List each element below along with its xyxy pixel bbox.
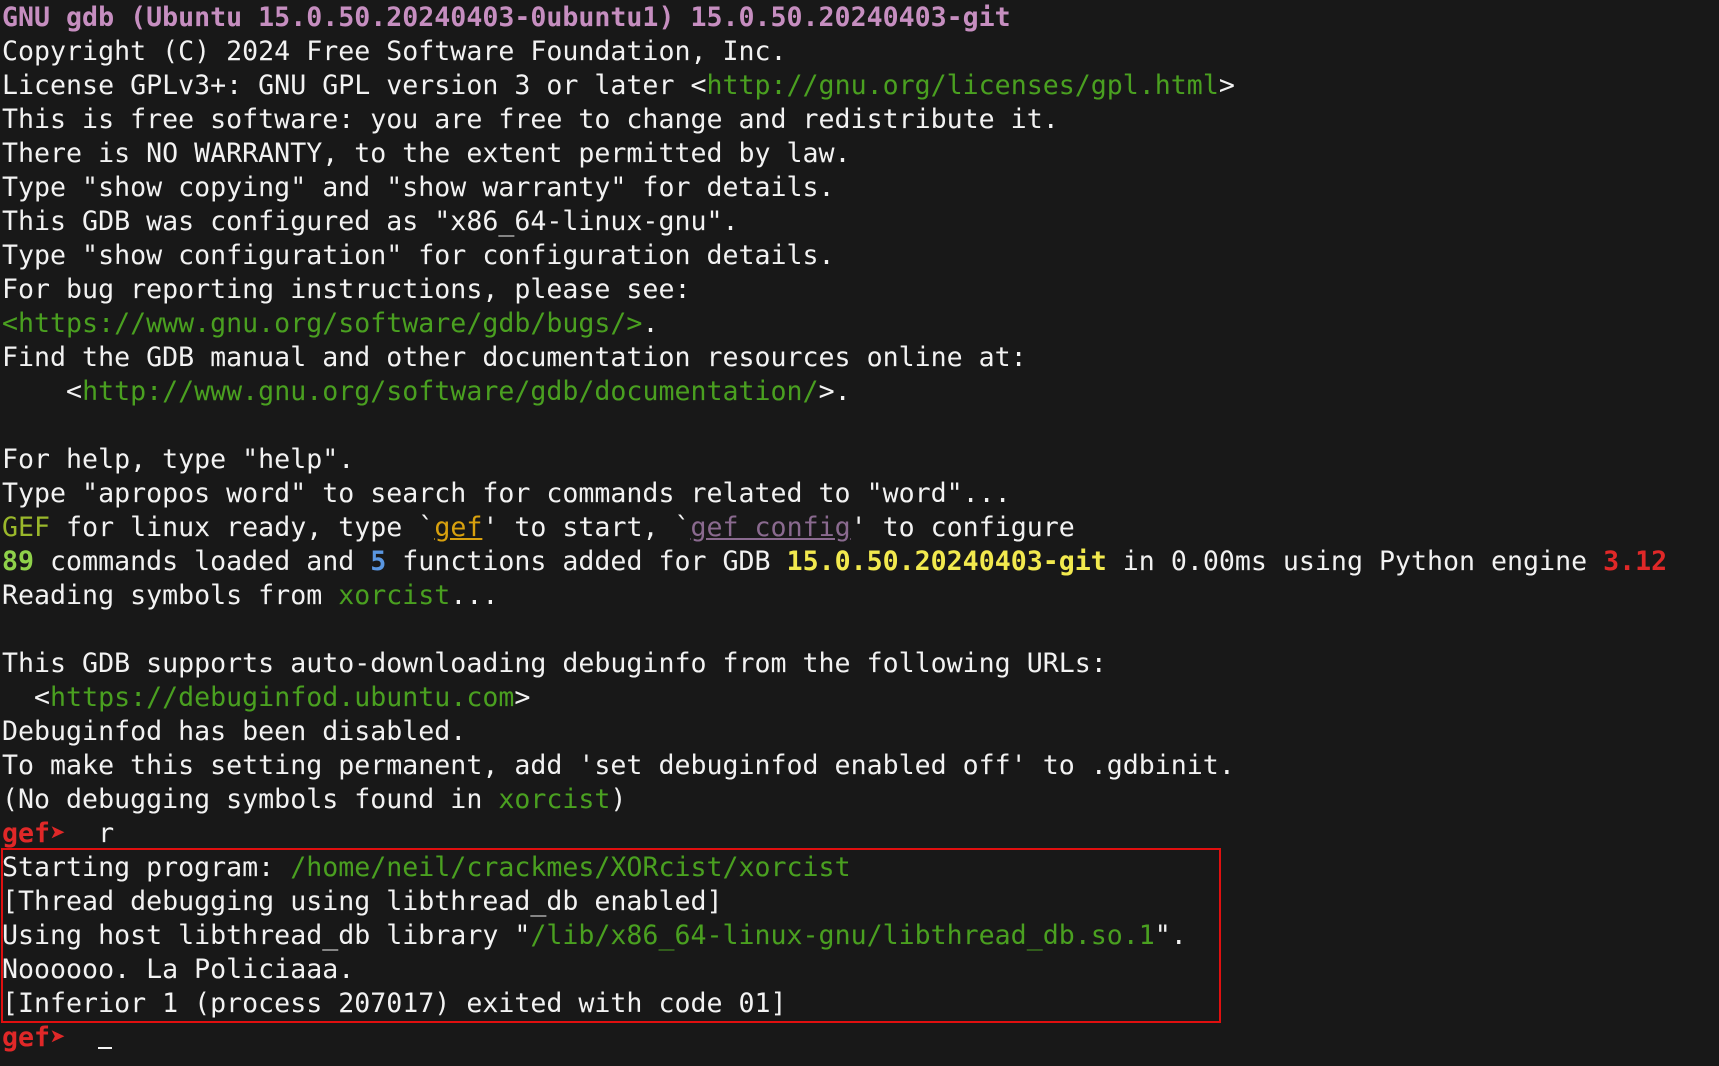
run-command: r (82, 818, 115, 849)
show-copying-line: Type "show copying" and "show warranty" … (2, 172, 835, 203)
documentation-open: < (2, 376, 83, 407)
bug-reporting-line: For bug reporting instructions, please s… (2, 274, 691, 305)
show-configuration-line: Type "show configuration" for configurat… (2, 240, 835, 271)
libthread-db-path: /lib/x86_64-linux-gnu/libthread_db.so.1 (530, 920, 1155, 951)
thread-debugging-line: [Thread debugging using libthread_db ena… (2, 886, 723, 917)
bugs-url-line: <https://www.gnu.org/software/gdb/bugs/>… (0, 307, 1719, 341)
commands-loaded-line: 89 commands loaded and 5 functions added… (0, 545, 1719, 579)
terminal-window[interactable]: GNU gdb (Ubuntu 15.0.50.20240403-0ubuntu… (0, 0, 1719, 1066)
documentation-url[interactable]: http://www.gnu.org/software/gdb/document… (82, 376, 819, 407)
help-line: For help, type "help". (2, 444, 355, 475)
gef-config-command: gef config (690, 512, 851, 543)
inferior-exit-line: [Inferior 1 (process 207017) exited with… (2, 988, 787, 1019)
gef-prompt: gef➤ (2, 1022, 83, 1053)
gef-ready-line: GEF for linux ready, type `gef' to start… (0, 511, 1719, 545)
debuginfod-close: > (514, 682, 531, 713)
functions-text: functions added for GDB (386, 546, 787, 577)
libthread-db-text: Using host libthread_db library " (2, 920, 531, 951)
reading-symbols-line: Reading symbols from xorcist... (0, 579, 1719, 613)
gdb-version-line: GNU gdb (Ubuntu 15.0.50.20240403-0ubuntu… (2, 2, 1011, 33)
reading-symbols-text: Reading symbols from (2, 580, 339, 611)
free-software-line: This is free software: you are free to c… (2, 104, 1059, 135)
text-cursor[interactable] (82, 1022, 113, 1053)
configured-line: This GDB was configured as "x86_64-linux… (2, 206, 739, 237)
binary-name: xorcist (498, 784, 611, 815)
gdbinit-line: To make this setting permanent, add 'set… (2, 750, 1235, 781)
gef-ready-text: for linux ready, type ` (50, 512, 435, 543)
debuginfod-url-line: <https://debuginfod.ubuntu.com> (0, 681, 1719, 715)
no-symbols-line: (No debugging symbols found in xorcist) (0, 783, 1719, 817)
commands-count: 89 (2, 546, 35, 577)
copyright-line: Copyright (C) 2024 Free Software Foundat… (2, 36, 787, 67)
debuginfod-open: < (2, 682, 51, 713)
gef-prompt: gef➤ (2, 818, 83, 849)
license-url[interactable]: http://gnu.org/licenses/gpl.html (706, 70, 1218, 101)
python-engine-text: in 0.00ms using Python engine (1106, 546, 1604, 577)
program-path: /home/neil/crackmes/XORcist/xorcist (290, 852, 851, 883)
libthread-db-line: Using host libthread_db library "/lib/x8… (0, 919, 1719, 953)
libthread-db-close: ". (1154, 920, 1187, 951)
functions-count: 5 (370, 546, 387, 577)
run-command-line: gef➤ r (0, 817, 1719, 851)
starting-program-line: Starting program: /home/neil/crackmes/XO… (0, 851, 1719, 885)
documentation-url-line: <http://www.gnu.org/software/gdb/documen… (0, 375, 1719, 409)
no-symbols-close: ) (610, 784, 627, 815)
license-close: > (1218, 70, 1235, 101)
debuginfod-url[interactable]: https://debuginfod.ubuntu.com (50, 682, 514, 713)
input-prompt-line[interactable]: gef➤ (0, 1021, 1719, 1055)
binary-name: xorcist (338, 580, 451, 611)
warranty-line: There is NO WARRANTY, to the extent perm… (2, 138, 851, 169)
bugs-url[interactable]: <https://www.gnu.org/software/gdb/bugs/> (2, 308, 642, 339)
manual-line: Find the GDB manual and other documentat… (2, 342, 1027, 373)
starting-program-text: Starting program: (2, 852, 291, 883)
python-version: 3.12 (1603, 546, 1668, 577)
gdb-version: 15.0.50.20240403-git (786, 546, 1107, 577)
gef-command: gef (434, 512, 483, 543)
license-text: License GPLv3+: GNU GPL version 3 or lat… (2, 70, 707, 101)
no-symbols-text: (No debugging symbols found in (2, 784, 499, 815)
gef-configure-text: ' to configure (850, 512, 1075, 543)
program-output-line: Noooooo. La Policiaaa. (2, 954, 355, 985)
debuginfod-disabled-line: Debuginfod has been disabled. (2, 716, 467, 747)
gef-label: GEF (2, 512, 51, 543)
gef-start-text: ' to start, ` (482, 512, 691, 543)
apropos-line: Type "apropos word" to search for comman… (2, 478, 1011, 509)
documentation-close: >. (818, 376, 851, 407)
bugs-url-period: . (642, 308, 659, 339)
license-line: License GPLv3+: GNU GPL version 3 or lat… (0, 69, 1719, 103)
debuginfod-support-line: This GDB supports auto-downloading debug… (2, 648, 1107, 679)
reading-symbols-ellipsis: ... (450, 580, 499, 611)
commands-text: commands loaded and (34, 546, 371, 577)
